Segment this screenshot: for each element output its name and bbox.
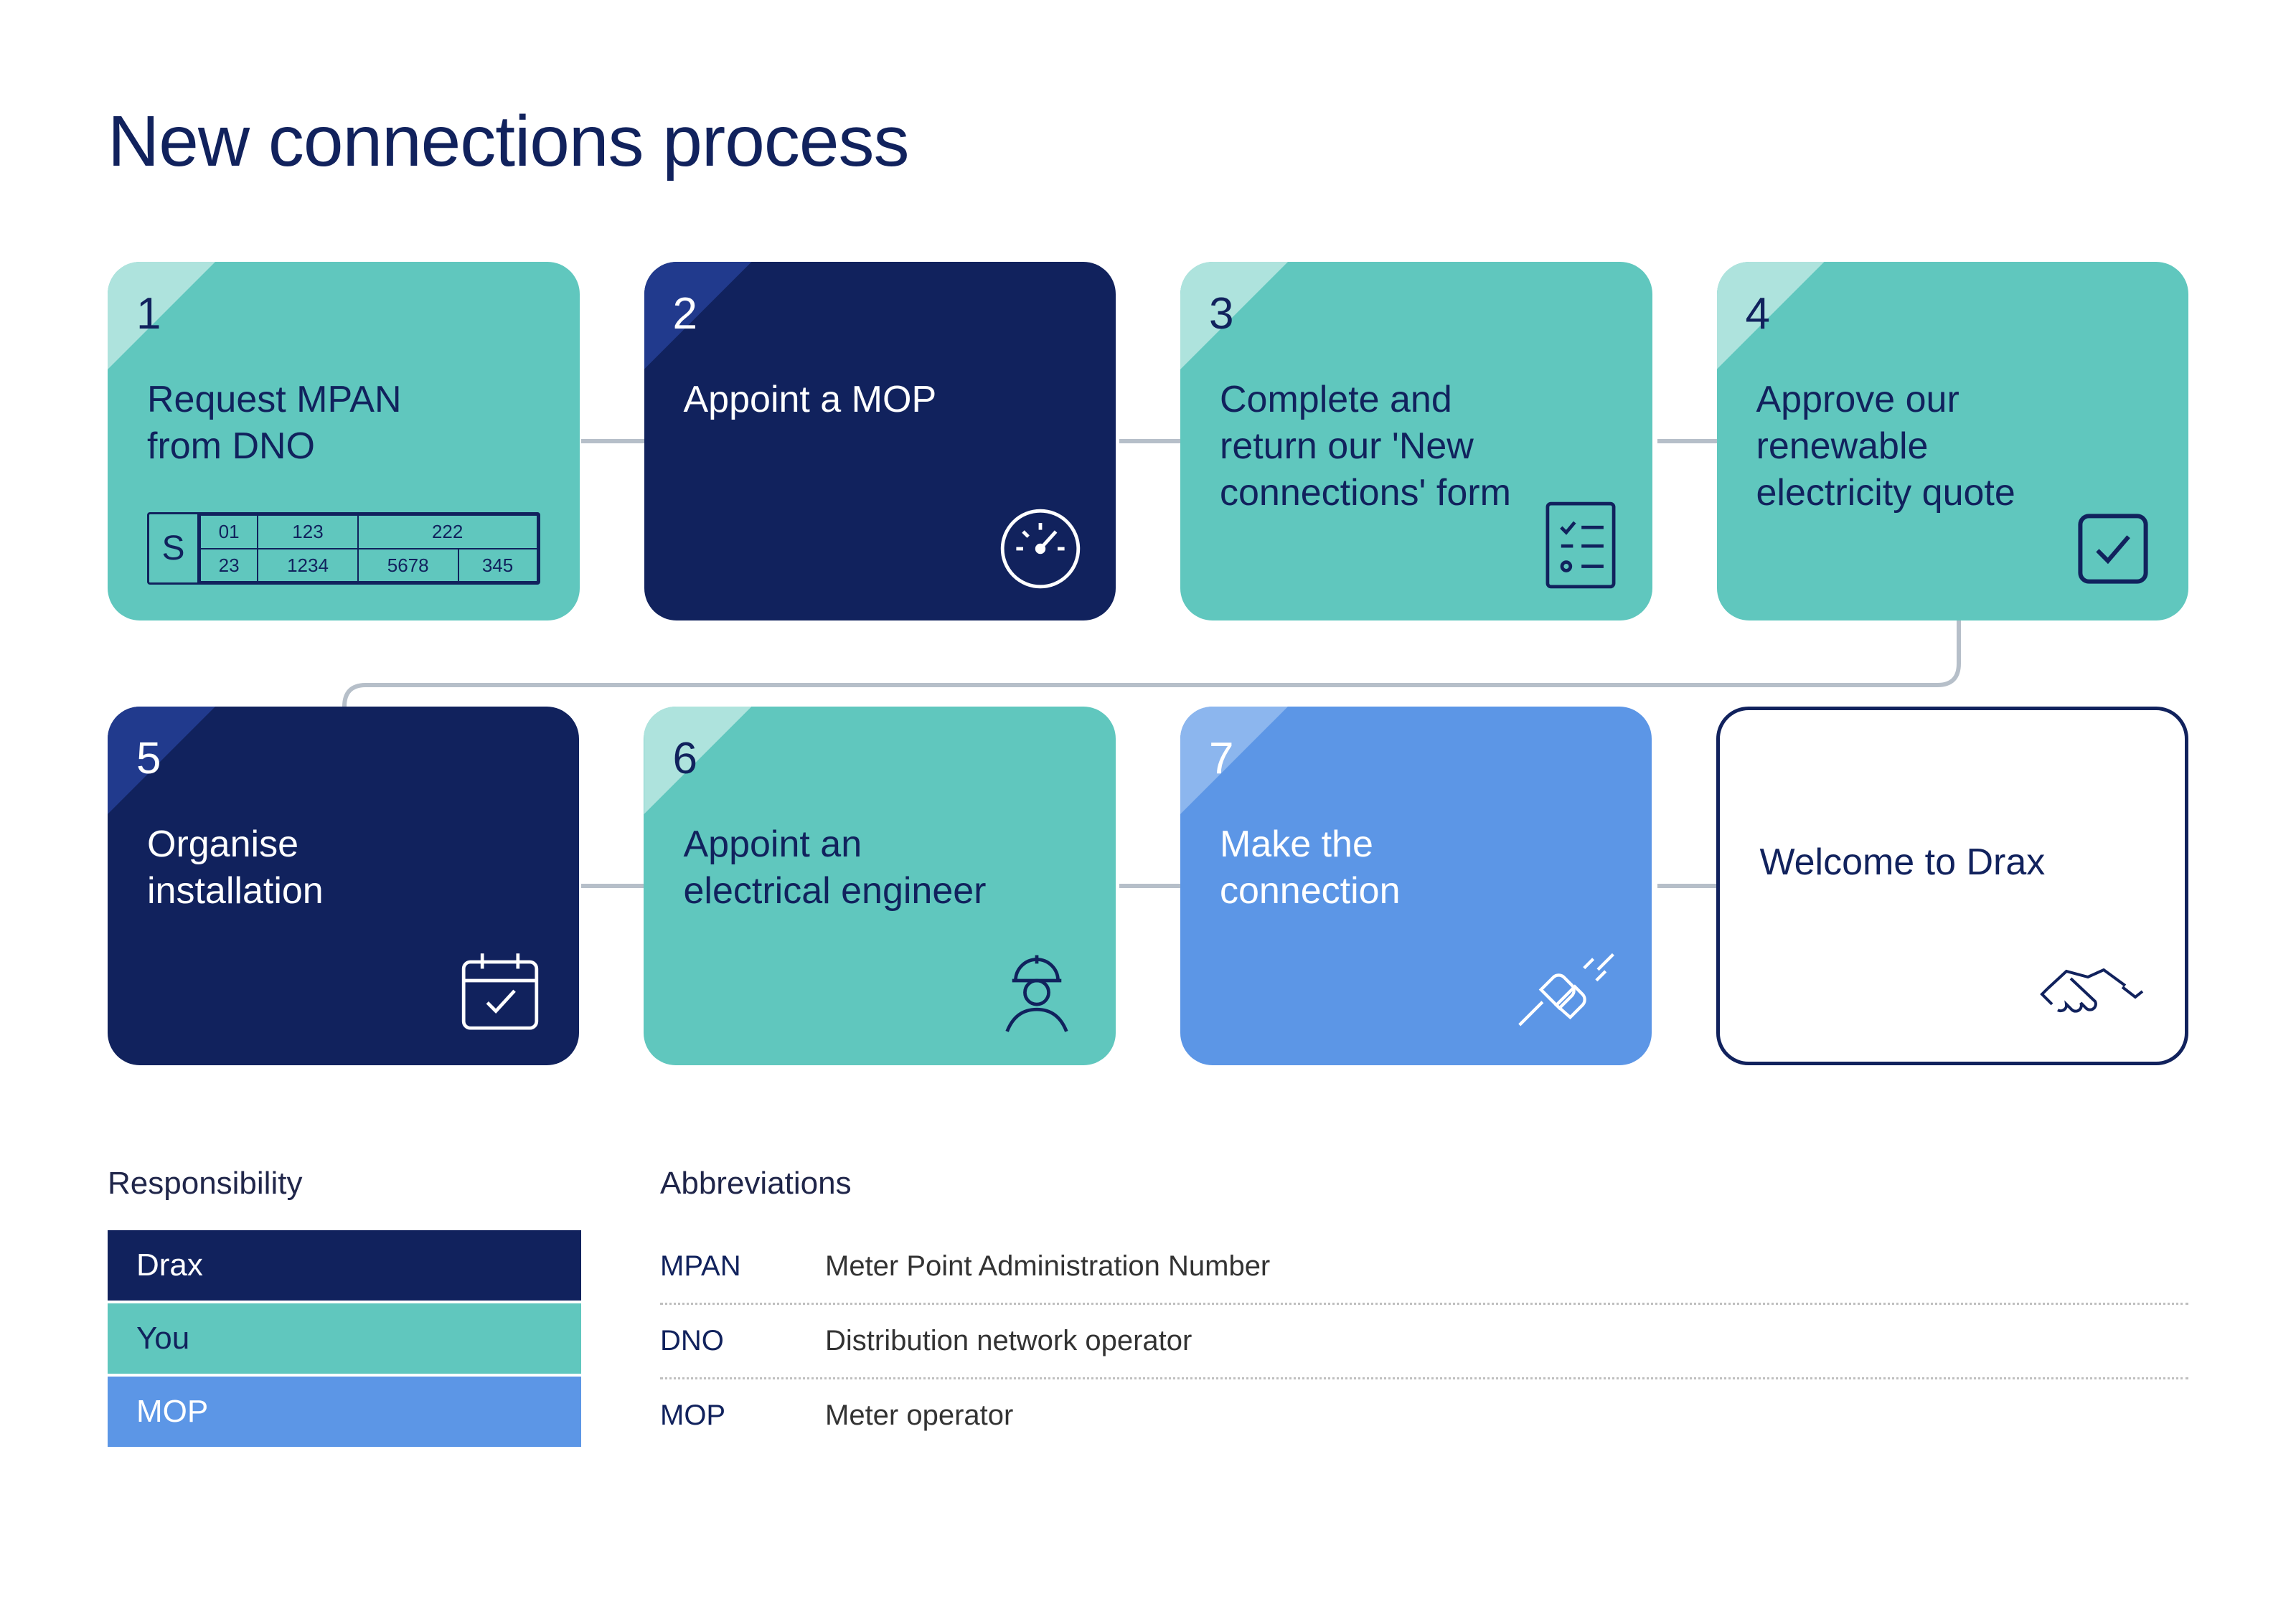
step-title: Appoint an electrical engineer (683, 821, 992, 915)
calendar-icon (453, 943, 547, 1037)
step-number-badge: 5 (108, 707, 215, 814)
legend-chip-you: You (108, 1303, 581, 1374)
step-number-badge: 1 (108, 262, 215, 369)
approve-check-icon (2070, 506, 2156, 592)
process-flow: 1 Request MPAN from DNO S 01123222 23123… (108, 262, 2188, 1065)
step-number-badge: 7 (1180, 707, 1288, 814)
step-5-card: 5 Organise installation (108, 707, 579, 1065)
step-title: Approve our renewable electricity quote (1756, 377, 2065, 516)
abbreviations-legend: Abbreviations MPAN Meter Point Administr… (660, 1166, 2188, 1452)
abbreviations-heading: Abbreviations (660, 1166, 2188, 1202)
step-3-card: 3 Complete and return our 'New connectio… (1180, 262, 1652, 620)
step-6-card: 6 Appoint an electrical engineer (644, 707, 1115, 1065)
handshake-icon (2038, 954, 2152, 1033)
step-title: Appoint a MOP (684, 377, 992, 423)
step-title: Organise installation (147, 821, 456, 915)
legend-chip-mop: MOP (108, 1377, 581, 1447)
step-7-card: 7 Make the connection (1180, 707, 1652, 1065)
page-title: New connections process (108, 100, 2188, 183)
welcome-card: Welcome to Drax (1716, 707, 2188, 1065)
step-number-badge: 2 (644, 262, 752, 369)
legend-chip-drax: Drax (108, 1230, 581, 1301)
step-2-card: 2 Appoint a MOP (644, 262, 1116, 620)
responsibility-legend: Responsibility Drax You MOP (108, 1166, 581, 1452)
welcome-title: Welcome to Drax (1759, 839, 2068, 886)
step-1-card: 1 Request MPAN from DNO S 01123222 23123… (108, 262, 580, 620)
gauge-icon (997, 506, 1083, 592)
step-number-badge: 6 (644, 707, 751, 814)
plug-icon (1512, 950, 1619, 1037)
engineer-icon (990, 943, 1083, 1037)
responsibility-heading: Responsibility (108, 1166, 581, 1202)
step-number-badge: 3 (1180, 262, 1288, 369)
abbr-row: MOP Meter operator (660, 1379, 2188, 1452)
step-4-card: 4 Approve our renewable electricity quot… (1717, 262, 2189, 620)
legend: Responsibility Drax You MOP Abbreviation… (108, 1166, 2188, 1452)
step-title: Make the connection (1220, 821, 1528, 915)
form-icon (1541, 499, 1620, 592)
abbr-row: DNO Distribution network operator (660, 1305, 2188, 1379)
mpan-grid-icon: S 01123222 2312345678345 (147, 512, 540, 585)
step-title: Request MPAN from DNO (147, 377, 456, 470)
step-number-badge: 4 (1717, 262, 1825, 369)
step-title: Complete and return our 'New connections… (1220, 377, 1528, 516)
abbr-row: MPAN Meter Point Administration Number (660, 1230, 2188, 1305)
